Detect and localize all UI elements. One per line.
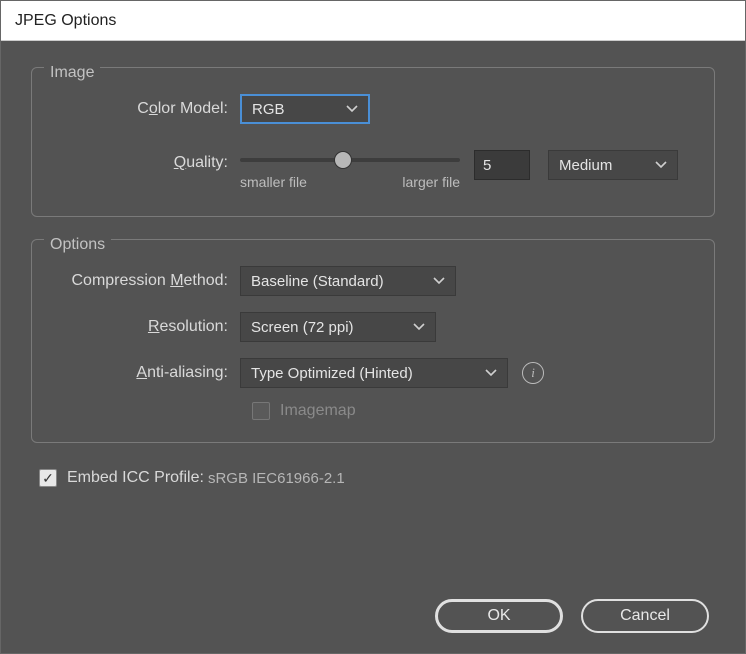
compression-select[interactable]: Baseline (Standard) <box>240 266 456 296</box>
resolution-label: Resolution: <box>56 318 240 336</box>
info-icon[interactable]: i <box>522 362 544 384</box>
color-model-value: RGB <box>252 101 285 118</box>
icc-profile: sRGB IEC61966-2.1 <box>208 470 345 487</box>
resolution-value: Screen (72 ppi) <box>251 319 354 336</box>
image-group: Image Color Model: RGB Quality: <box>31 67 715 217</box>
ok-button[interactable]: OK <box>435 599 563 633</box>
icc-row: Embed ICC Profile: sRGB IEC61966-2.1 <box>39 469 715 487</box>
imagemap-label: Imagemap <box>280 402 356 420</box>
icc-label: Embed ICC Profile: <box>67 469 204 487</box>
chevron-down-icon <box>485 369 497 377</box>
dialog-title: JPEG Options <box>15 12 116 30</box>
quality-label: Quality: <box>56 150 240 172</box>
titlebar: JPEG Options <box>1 1 745 41</box>
button-row: OK Cancel <box>31 581 715 633</box>
image-legend: Image <box>44 64 100 82</box>
quality-slider[interactable] <box>240 150 460 170</box>
chevron-down-icon <box>433 277 445 285</box>
chevron-down-icon <box>413 323 425 331</box>
quality-slider-area: smaller file larger file <box>240 150 460 190</box>
options-group: Options Compression Method: Baseline (St… <box>31 239 715 443</box>
antialias-value: Type Optimized (Hinted) <box>251 365 413 382</box>
compression-label: Compression Method: <box>56 272 240 290</box>
chevron-down-icon <box>655 161 667 169</box>
slider-max-caption: larger file <box>402 174 460 190</box>
icc-checkbox[interactable] <box>39 469 57 487</box>
color-model-label: Color Model: <box>56 100 240 118</box>
options-legend: Options <box>44 236 111 254</box>
imagemap-checkbox <box>252 402 270 420</box>
quality-slider-thumb[interactable] <box>334 151 352 169</box>
quality-preset-select[interactable]: Medium <box>548 150 678 180</box>
imagemap-row: Imagemap <box>252 402 690 420</box>
jpeg-options-dialog: JPEG Options Image Color Model: RGB Qual… <box>0 0 746 654</box>
antialias-select[interactable]: Type Optimized (Hinted) <box>240 358 508 388</box>
color-model-select[interactable]: RGB <box>240 94 370 124</box>
dialog-body: Image Color Model: RGB Quality: <box>1 41 745 653</box>
cancel-button[interactable]: Cancel <box>581 599 709 633</box>
slider-min-caption: smaller file <box>240 174 307 190</box>
chevron-down-icon <box>346 105 358 113</box>
compression-value: Baseline (Standard) <box>251 273 384 290</box>
resolution-select[interactable]: Screen (72 ppi) <box>240 312 436 342</box>
quality-input[interactable] <box>474 150 530 180</box>
antialias-label: Anti-aliasing: <box>56 364 240 382</box>
quality-preset-value: Medium <box>559 157 612 174</box>
